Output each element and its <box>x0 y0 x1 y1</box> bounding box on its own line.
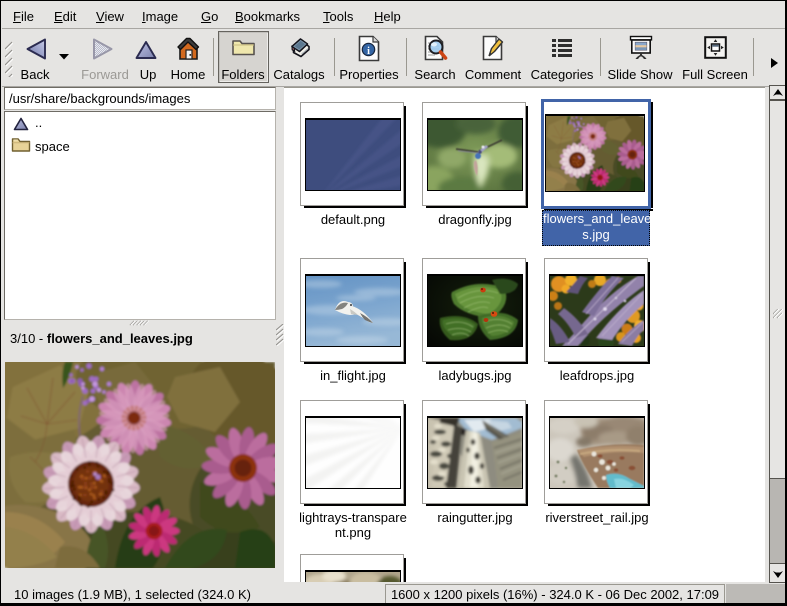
svg-text:i: i <box>367 46 370 57</box>
